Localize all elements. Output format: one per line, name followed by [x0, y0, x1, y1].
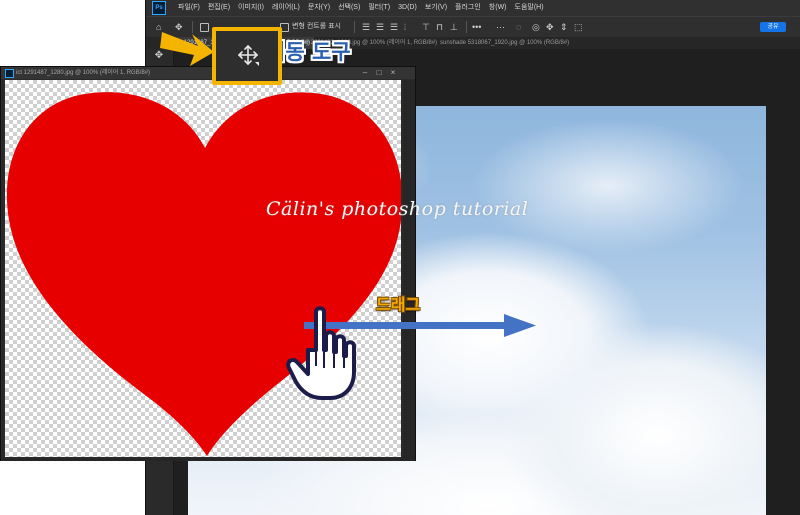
- menu-edit[interactable]: 편집(E): [204, 0, 234, 16]
- align-top-icon[interactable]: ⊤: [422, 21, 430, 33]
- menu-filter[interactable]: 필터(T): [364, 0, 394, 16]
- share-button[interactable]: 공유: [760, 22, 786, 32]
- photoshop-logo-icon: Ps: [152, 1, 166, 15]
- more-options-icon[interactable]: •••: [472, 21, 481, 33]
- 3d-slide-icon[interactable]: ⇕: [560, 21, 568, 33]
- close-icon[interactable]: ×: [387, 67, 399, 79]
- menu-help[interactable]: 도움말(H): [511, 0, 548, 16]
- hand-pointer-icon: [286, 306, 356, 400]
- heart-window-scroll-edge: [403, 80, 415, 460]
- menu-plugins[interactable]: 플러그인: [451, 0, 485, 16]
- menu-list: 파일(F) 편집(E) 이미지(I) 레이어(L) 문자(Y) 선택(S) 필터…: [174, 0, 548, 16]
- show-transform-label: 변형 컨트롤 표시: [292, 23, 341, 30]
- 3d-mode-label-icon: ⋯: [496, 22, 505, 32]
- align-center-icon[interactable]: ☰: [376, 21, 384, 33]
- menu-select[interactable]: 선택(S): [334, 0, 364, 16]
- menu-3d[interactable]: 3D(D): [394, 0, 421, 16]
- watermark-text: Cälin's photoshop tutorial: [266, 198, 529, 220]
- document-icon: [5, 69, 14, 78]
- align-bottom-icon[interactable]: ⊥: [450, 21, 458, 33]
- menu-file[interactable]: 파일(F): [174, 0, 204, 16]
- 3d-scale-icon[interactable]: ⬚: [574, 21, 583, 33]
- heart-window-bottom-edge: [1, 458, 415, 461]
- document-tab[interactable]: sunshade 5318067_1920.jpg @ 100% (RGB/8#…: [436, 37, 573, 49]
- options-separator: [466, 21, 467, 33]
- options-separator: [354, 21, 355, 33]
- 3d-roll-icon[interactable]: ◎: [532, 21, 540, 33]
- menu-layer[interactable]: 레이어(L): [268, 0, 304, 16]
- align-middle-icon[interactable]: ⊓: [436, 21, 443, 33]
- 3d-pan-icon[interactable]: ✥: [546, 21, 554, 33]
- menu-image[interactable]: 이미지(I): [234, 0, 268, 16]
- menu-window[interactable]: 창(W): [485, 0, 511, 16]
- distribute-icon[interactable]: ⦙: [404, 21, 406, 33]
- 3d-orbit-icon[interactable]: ◌: [516, 21, 521, 33]
- annotation-arrow-shape: [160, 32, 214, 66]
- align-left-icon[interactable]: ☰: [362, 21, 370, 33]
- menu-view[interactable]: 보기(V): [421, 0, 451, 16]
- minimize-icon[interactable]: –: [359, 67, 371, 79]
- maximize-icon[interactable]: □: [373, 67, 385, 79]
- menu-bar: Ps 파일(F) 편집(E) 이미지(I) 레이어(L) 문자(Y) 선택(S)…: [146, 0, 800, 16]
- annotation-arrow-icon: [160, 32, 214, 66]
- drag-arrow-head: [504, 314, 536, 337]
- move-tool-icon[interactable]: [237, 44, 259, 66]
- align-right-icon[interactable]: ☰: [390, 21, 398, 33]
- menu-type[interactable]: 문자(Y): [304, 0, 334, 16]
- drag-annotation-label: 드래그: [376, 295, 421, 314]
- heart-window-title: ict 1291487_1280.jpg @ 100% (레이어 1, RGB/…: [16, 70, 151, 76]
- move-tool-highlight-box: [212, 27, 282, 85]
